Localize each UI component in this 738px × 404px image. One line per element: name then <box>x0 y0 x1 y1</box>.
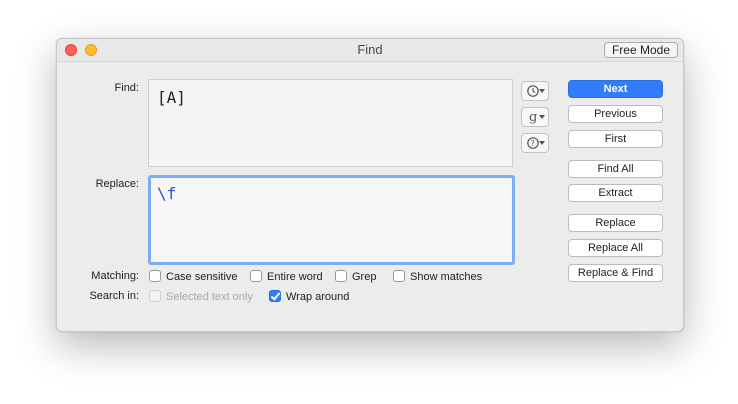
free-mode-button[interactable]: Free Mode <box>603 42 678 58</box>
find-field-value: [A] <box>157 88 186 107</box>
wrap-around-checkbox[interactable] <box>269 290 281 303</box>
chevron-down-icon <box>539 89 545 93</box>
grep-checkbox[interactable] <box>335 270 347 283</box>
next-button[interactable]: Next <box>568 80 663 98</box>
grep-option[interactable]: Grep <box>335 270 376 284</box>
replace-field-value: \f <box>157 184 177 203</box>
replace-button[interactable]: Replace <box>568 214 663 232</box>
find-window: Find Free Mode Find: Replace: [A] \f g ?… <box>56 38 684 332</box>
help-icon: ? <box>527 137 539 149</box>
case-sensitive-label: Case sensitive <box>166 271 238 283</box>
entire-word-option[interactable]: Entire word <box>250 270 323 284</box>
recent-searches-popup[interactable] <box>521 81 549 101</box>
svg-text:g: g <box>529 110 537 125</box>
replace-all-button[interactable]: Replace All <box>568 239 663 257</box>
case-sensitive-checkbox[interactable] <box>149 270 161 283</box>
chevron-down-icon <box>539 115 545 119</box>
wrap-around-option[interactable]: Wrap around <box>269 290 349 304</box>
find-field[interactable]: [A] <box>148 79 513 167</box>
entire-word-checkbox[interactable] <box>250 270 262 283</box>
help-popup[interactable]: ? <box>521 133 549 153</box>
chevron-down-icon <box>539 141 545 145</box>
show-matches-option[interactable]: Show matches <box>393 270 482 284</box>
selected-text-only-label: Selected text only <box>166 291 253 303</box>
selected-text-only-option: Selected text only <box>149 290 253 304</box>
replace-and-find-button[interactable]: Replace & Find <box>568 264 663 282</box>
matching-label: Matching: <box>91 270 139 282</box>
grep-patterns-popup[interactable]: g <box>521 107 549 127</box>
search-in-label: Search in: <box>89 290 139 302</box>
grep-pattern-icon: g <box>529 110 537 125</box>
extract-button[interactable]: Extract <box>568 184 663 202</box>
previous-button[interactable]: Previous <box>568 105 663 123</box>
show-matches-checkbox[interactable] <box>393 270 405 283</box>
replace-field[interactable]: \f <box>148 175 515 265</box>
replace-label: Replace: <box>95 178 139 190</box>
show-matches-label: Show matches <box>410 271 483 283</box>
find-label: Find: <box>114 82 139 94</box>
selected-text-only-checkbox <box>149 290 161 303</box>
wrap-around-label: Wrap around <box>286 291 350 303</box>
case-sensitive-option[interactable]: Case sensitive <box>149 270 238 284</box>
grep-label: Grep <box>352 271 377 283</box>
title-bar: Find Free Mode <box>57 39 683 62</box>
find-all-button[interactable]: Find All <box>568 160 663 178</box>
svg-text:?: ? <box>531 139 535 148</box>
first-button[interactable]: First <box>568 130 663 148</box>
entire-word-label: Entire word <box>267 271 323 283</box>
window-title: Find <box>357 42 383 57</box>
clock-icon <box>527 85 539 97</box>
